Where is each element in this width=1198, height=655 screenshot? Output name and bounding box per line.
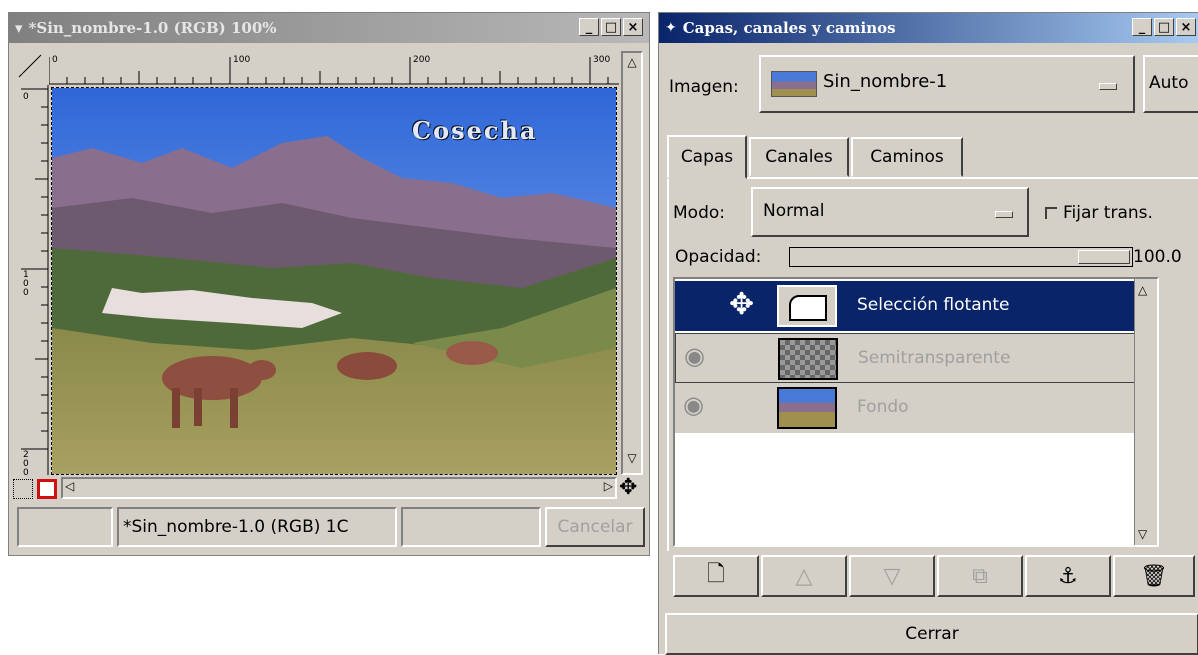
mode-label: Modo: bbox=[673, 203, 725, 223]
keep-trans-checkbox[interactable] bbox=[1045, 207, 1057, 219]
duplicate-layer-icon: ⧉ bbox=[972, 563, 988, 589]
cancel-label: Cancelar bbox=[557, 517, 633, 537]
navigate-icon[interactable]: ✥ bbox=[619, 475, 637, 500]
vertical-scrollbar[interactable]: △ ▽ bbox=[621, 51, 643, 475]
lower-layer-button[interactable]: ▽ bbox=[849, 555, 935, 597]
scroll-up-icon[interactable]: △ bbox=[1138, 283, 1147, 297]
tab-caminos[interactable]: Caminos bbox=[851, 137, 963, 177]
layer-name: Selección flotante bbox=[857, 295, 1010, 315]
image-window-titlebar[interactable]: ▾ *Sin_nombre-1.0 (RGB) 100% _ □ × bbox=[9, 13, 649, 43]
dropdown-icon bbox=[1099, 83, 1117, 90]
dropdown-icon bbox=[995, 211, 1013, 218]
scroll-left-icon[interactable]: ◁ bbox=[65, 479, 74, 493]
ruler-label: 0 bbox=[23, 92, 29, 102]
layer-row-semitransparente[interactable]: ◉ Semitransparente bbox=[675, 333, 1157, 383]
eye-icon[interactable]: ◉ bbox=[684, 342, 705, 370]
opacity-slider-handle[interactable] bbox=[1078, 250, 1130, 264]
duplicate-layer-button[interactable]: ⧉ bbox=[937, 555, 1023, 597]
ruler-label: 200 bbox=[23, 450, 29, 476]
layer-name: Fondo bbox=[857, 397, 909, 417]
close-button[interactable]: × bbox=[623, 18, 643, 36]
image-canvas[interactable]: Cosecha bbox=[51, 87, 617, 475]
raise-layer-icon: △ bbox=[795, 563, 813, 589]
cancel-button[interactable]: Cancelar bbox=[545, 507, 645, 547]
opacity-value: 100.0 bbox=[1133, 247, 1182, 267]
maximize-button[interactable]: □ bbox=[601, 18, 621, 36]
canvas-floating-text[interactable]: Cosecha bbox=[412, 116, 538, 145]
auto-label: Auto bbox=[1149, 73, 1189, 93]
layers-dialog: ✦ Capas, canales y caminos _ □ × Imagen:… bbox=[658, 12, 1198, 655]
tab-canales[interactable]: Canales bbox=[749, 137, 849, 177]
auto-button[interactable]: Auto bbox=[1143, 55, 1198, 113]
layers-dialog-title: Capas, canales y caminos bbox=[682, 19, 896, 37]
ruler-corner[interactable] bbox=[13, 49, 47, 83]
tab-capas[interactable]: Capas bbox=[667, 135, 747, 179]
layers-list: ✥ Selección flotante ◉ Semitransparente … bbox=[673, 277, 1159, 547]
tab-label: Capas bbox=[680, 147, 734, 167]
vertical-ruler[interactable]: 0 100 200 bbox=[13, 85, 49, 475]
layer-row-seleccion-flotante[interactable]: ✥ Selección flotante bbox=[675, 281, 1157, 331]
layer-thumbnail bbox=[778, 338, 838, 380]
new-layer-icon: 🗋 bbox=[707, 562, 725, 587]
image-thumbnail bbox=[771, 71, 817, 97]
image-window-title: *Sin_nombre-1.0 (RGB) 100% bbox=[28, 19, 277, 37]
gimp-logo-icon: ▾ bbox=[15, 19, 23, 37]
close-dialog-button[interactable]: Cerrar bbox=[665, 613, 1198, 655]
opacity-slider[interactable] bbox=[789, 247, 1133, 267]
mode-value: Normal bbox=[763, 201, 825, 221]
eye-icon[interactable]: ◉ bbox=[683, 391, 704, 419]
delete-layer-button[interactable]: 🗑 bbox=[1113, 555, 1195, 597]
progress-field bbox=[401, 507, 541, 547]
gimp-logo-icon: ✦ bbox=[665, 20, 677, 36]
status-title-field: *Sin_nombre-1.0 (RGB) 1C bbox=[117, 507, 397, 547]
opacity-label: Opacidad: bbox=[675, 247, 762, 267]
ruler-label: 300 bbox=[593, 55, 611, 65]
layer-row-fondo[interactable]: ◉ Fondo bbox=[675, 383, 1157, 433]
scroll-up-icon[interactable]: △ bbox=[625, 55, 639, 75]
close-button[interactable]: × bbox=[1176, 18, 1196, 36]
ruler-label: 100 bbox=[233, 55, 251, 65]
quickmask-on-icon[interactable] bbox=[37, 479, 57, 499]
layers-scrollbar[interactable]: △ ▽ bbox=[1134, 279, 1157, 545]
lower-layer-icon: ▽ bbox=[883, 563, 901, 589]
delete-icon: 🗑 bbox=[1140, 563, 1168, 589]
anchor-layer-button[interactable]: ⚓ bbox=[1025, 555, 1111, 597]
layer-thumbnail bbox=[777, 285, 837, 327]
image-label: Imagen: bbox=[669, 77, 739, 97]
horizontal-scrollbar[interactable]: ◁ ▷ bbox=[61, 477, 617, 499]
quickmask-off-icon[interactable] bbox=[13, 479, 33, 499]
layers-dialog-titlebar[interactable]: ✦ Capas, canales y caminos _ □ × bbox=[659, 13, 1198, 43]
anchor-icon: ⚓ bbox=[1058, 563, 1078, 589]
scroll-right-icon[interactable]: ▷ bbox=[604, 479, 613, 493]
move-icon[interactable]: ✥ bbox=[729, 287, 754, 322]
mode-dropdown[interactable]: Normal bbox=[751, 187, 1029, 237]
image-window: ▾ *Sin_nombre-1.0 (RGB) 100% _ □ × 0 100… bbox=[8, 12, 650, 556]
image-selector-value: Sin_nombre-1 bbox=[823, 71, 948, 92]
new-layer-button[interactable]: 🗋 bbox=[673, 555, 759, 597]
layer-thumbnail bbox=[777, 387, 837, 429]
ruler-label: 200 bbox=[413, 55, 431, 65]
raise-layer-button[interactable]: △ bbox=[761, 555, 847, 597]
scroll-down-icon[interactable]: ▽ bbox=[1138, 527, 1147, 541]
minimize-button[interactable]: _ bbox=[1132, 18, 1152, 36]
keep-trans-label: Fijar trans. bbox=[1063, 203, 1153, 223]
pointer-coordinates-field bbox=[17, 507, 113, 547]
image-selector[interactable]: Sin_nombre-1 bbox=[759, 55, 1135, 113]
status-title: *Sin_nombre-1.0 (RGB) 1C bbox=[123, 517, 349, 537]
layer-name: Semitransparente bbox=[858, 348, 1011, 368]
maximize-button[interactable]: □ bbox=[1154, 18, 1174, 36]
ruler-label: 0 bbox=[52, 55, 58, 65]
minimize-button[interactable]: _ bbox=[579, 18, 599, 36]
tab-label: Caminos bbox=[870, 147, 944, 167]
layers-toolbar: 🗋 △ ▽ ⧉ ⚓ 🗑 bbox=[673, 555, 1195, 597]
ruler-label: 100 bbox=[23, 270, 29, 298]
scroll-down-icon[interactable]: ▽ bbox=[625, 451, 639, 471]
tab-label: Canales bbox=[765, 147, 833, 167]
horizontal-ruler[interactable]: 0 100 200 300 bbox=[49, 49, 619, 85]
close-dialog-label: Cerrar bbox=[905, 624, 959, 644]
